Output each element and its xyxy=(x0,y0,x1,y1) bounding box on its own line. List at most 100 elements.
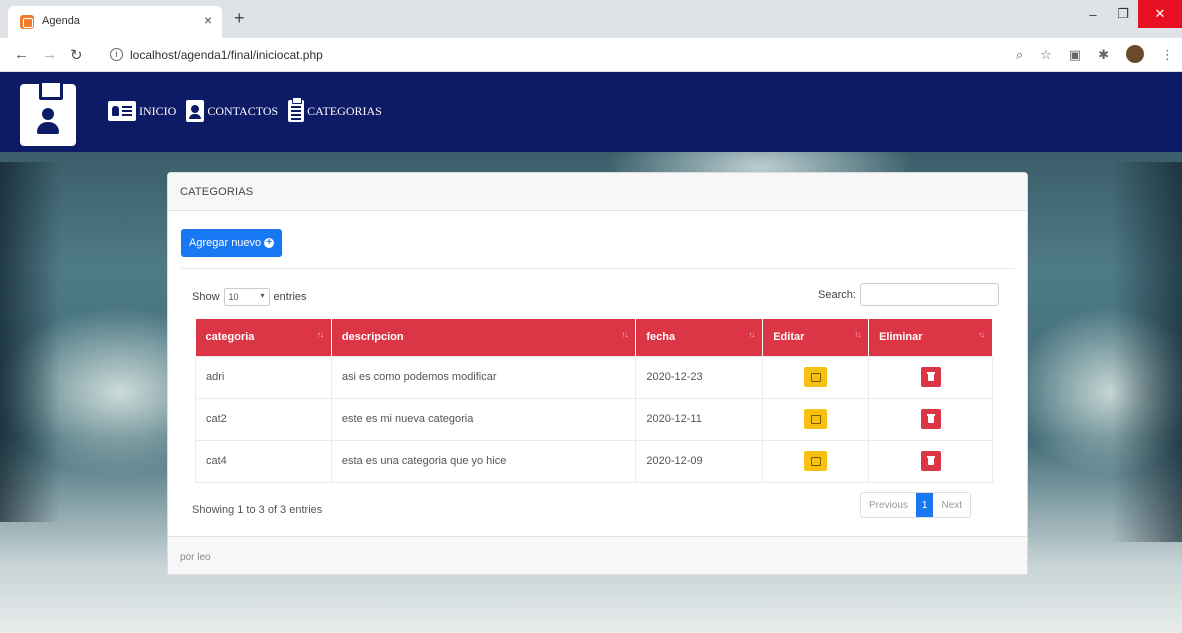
page-viewport: INICIO CONTACTOS CATEGORIAS CATEGORIAS A… xyxy=(0,72,1182,633)
column-header-label: fecha xyxy=(646,331,676,344)
nav-link-categorias[interactable]: CATEGORIAS xyxy=(288,97,382,122)
forward-arrow-icon[interactable]: → xyxy=(42,46,57,63)
url-text[interactable]: localhost/agenda1/final/iniciocat.php xyxy=(130,48,323,62)
nav-link-contactos[interactable]: CONTACTOS xyxy=(186,100,278,122)
id-card-icon xyxy=(108,101,136,121)
card-footer: por leo xyxy=(168,536,1027,574)
restore-button[interactable]: ❐ xyxy=(1108,0,1138,28)
table-header-row: categoria ↑↓ descripcion ↑↓ fecha ↑↓ Editar… xyxy=(195,319,993,356)
calendar-favicon-icon xyxy=(20,15,34,29)
cell-editar xyxy=(762,397,870,441)
entries-select-value: 10 xyxy=(228,292,239,302)
background-shade xyxy=(1112,162,1182,542)
edit-icon[interactable] xyxy=(804,409,828,429)
column-header-descripcion[interactable]: descripcion ↑↓ xyxy=(331,319,637,356)
table-info: Showing 1 to 3 of 3 entries xyxy=(192,504,323,516)
nav-link-inicio[interactable]: INICIO xyxy=(108,101,176,121)
nav-link-label: CATEGORIAS xyxy=(307,103,382,118)
nav-link-label: CONTACTOS xyxy=(207,103,279,118)
table-row: cat2 este es mi nueva categoria 2020-12-… xyxy=(195,397,993,441)
cell-descripcion: asi es como podemos modificar xyxy=(330,355,637,399)
cell-fecha: 2020-12-11 xyxy=(635,397,764,441)
browser-tab-strip: Agenda × + – ❐ ✕ xyxy=(0,0,1182,38)
nav-link-label: INICIO xyxy=(139,103,177,118)
trash-icon[interactable] xyxy=(920,367,941,387)
id-badge-logo-icon[interactable] xyxy=(20,80,76,146)
contact-book-icon xyxy=(186,100,205,122)
column-header-label: categoria xyxy=(205,331,255,344)
pagination: Previous 1 Next xyxy=(860,492,972,518)
table-search: Search: xyxy=(818,283,999,306)
column-header-label: Eliminar xyxy=(879,331,923,344)
address-bar[interactable]: i localhost/agenda1/final/iniciocat.php xyxy=(100,44,1000,66)
reader-mode-icon[interactable]: ▣ xyxy=(1069,47,1081,63)
plus-circle-icon: + xyxy=(264,238,275,248)
logo-head-shape xyxy=(42,108,54,120)
top-navbar: INICIO CONTACTOS CATEGORIAS xyxy=(0,72,1182,152)
table-row: adri asi es como podemos modificar 2020-… xyxy=(195,355,993,399)
edit-icon[interactable] xyxy=(804,451,828,471)
next-page-button[interactable]: Next xyxy=(933,493,971,517)
trash-icon[interactable] xyxy=(920,451,941,471)
search-label: Search: xyxy=(818,288,856,301)
cell-editar xyxy=(762,439,870,483)
sort-arrows-icon: ↑↓ xyxy=(748,330,755,339)
profile-avatar-icon[interactable] xyxy=(1126,45,1144,63)
add-new-label: Agregar nuevo xyxy=(189,237,262,249)
cell-eliminar xyxy=(868,397,993,441)
column-header-categoria[interactable]: categoria ↑↓ xyxy=(195,319,332,356)
reload-icon[interactable]: ↻ xyxy=(70,46,83,64)
close-window-button[interactable]: ✕ xyxy=(1138,0,1182,28)
tab-title: Agenda xyxy=(42,15,80,27)
minimize-button[interactable]: – xyxy=(1078,0,1108,28)
column-header-eliminar[interactable]: Eliminar ↑↓ xyxy=(868,319,993,356)
show-label: Show xyxy=(192,291,220,303)
extensions-puzzle-icon[interactable]: ✱ xyxy=(1098,47,1109,63)
cell-eliminar xyxy=(868,439,993,483)
previous-page-button[interactable]: Previous xyxy=(861,493,916,517)
chevron-down-icon: ▾ xyxy=(260,291,265,300)
search-input[interactable] xyxy=(859,283,999,306)
cell-categoria: cat4 xyxy=(195,439,332,483)
info-icon[interactable]: i xyxy=(110,48,123,61)
column-header-fecha[interactable]: fecha ↑↓ xyxy=(635,319,764,356)
column-header-label: descripcion xyxy=(341,331,404,344)
card-header: CATEGORIAS xyxy=(168,173,1027,211)
browser-toolbar: ← → ↻ i localhost/agenda1/final/inicioca… xyxy=(0,38,1182,72)
new-tab-button[interactable]: + xyxy=(234,9,245,27)
column-header-editar[interactable]: Editar ↑↓ xyxy=(762,319,870,356)
background-shade xyxy=(0,162,60,522)
back-arrow-icon[interactable]: ← xyxy=(14,46,29,63)
browser-tab[interactable]: Agenda × xyxy=(8,6,222,38)
edit-icon[interactable] xyxy=(804,367,828,387)
cell-editar xyxy=(762,355,870,399)
column-header-label: Editar xyxy=(773,331,805,344)
categories-card: CATEGORIAS Agregar nuevo + Show 10 ▾ ent… xyxy=(167,172,1028,575)
entries-length-control: Show 10 ▾ entries xyxy=(192,288,307,306)
cell-descripcion: este es mi nueva categoria xyxy=(330,397,637,441)
cell-categoria: cat2 xyxy=(195,397,332,441)
categories-table: categoria ↑↓ descripcion ↑↓ fecha ↑↓ Editar… xyxy=(195,319,993,483)
browser-toolbar-icons: ⌕ ☆ ▣ ✱ ⋮ xyxy=(1016,45,1174,63)
cell-fecha: 2020-12-23 xyxy=(635,355,764,399)
cell-descripcion: esta es una categoria que yo hice xyxy=(330,439,637,483)
entries-label: entries xyxy=(273,291,307,303)
zoom-icon[interactable]: ⌕ xyxy=(1016,47,1023,63)
cell-categoria: adri xyxy=(195,355,332,399)
trash-icon[interactable] xyxy=(920,409,941,429)
table-row: cat4 esta es una categoria que yo hice 2… xyxy=(195,439,993,483)
sort-arrows-icon: ↑↓ xyxy=(978,330,985,339)
entries-select[interactable]: 10 ▾ xyxy=(223,288,270,306)
logo-body-shape xyxy=(37,122,59,134)
cell-fecha: 2020-12-09 xyxy=(635,439,764,483)
add-new-button[interactable]: Agregar nuevo + xyxy=(181,229,283,257)
sort-arrows-icon: ↑↓ xyxy=(316,330,324,339)
window-controls: – ❐ ✕ xyxy=(1078,0,1182,30)
browser-menu-icon[interactable]: ⋮ xyxy=(1161,47,1174,63)
clipboard-list-icon xyxy=(288,97,305,122)
sort-arrows-icon: ↑↓ xyxy=(621,330,628,339)
sort-arrows-icon: ↑↓ xyxy=(854,330,861,339)
tab-close-icon[interactable]: × xyxy=(204,12,212,28)
bookmark-star-icon[interactable]: ☆ xyxy=(1040,47,1052,63)
page-1-button[interactable]: 1 xyxy=(915,493,934,517)
